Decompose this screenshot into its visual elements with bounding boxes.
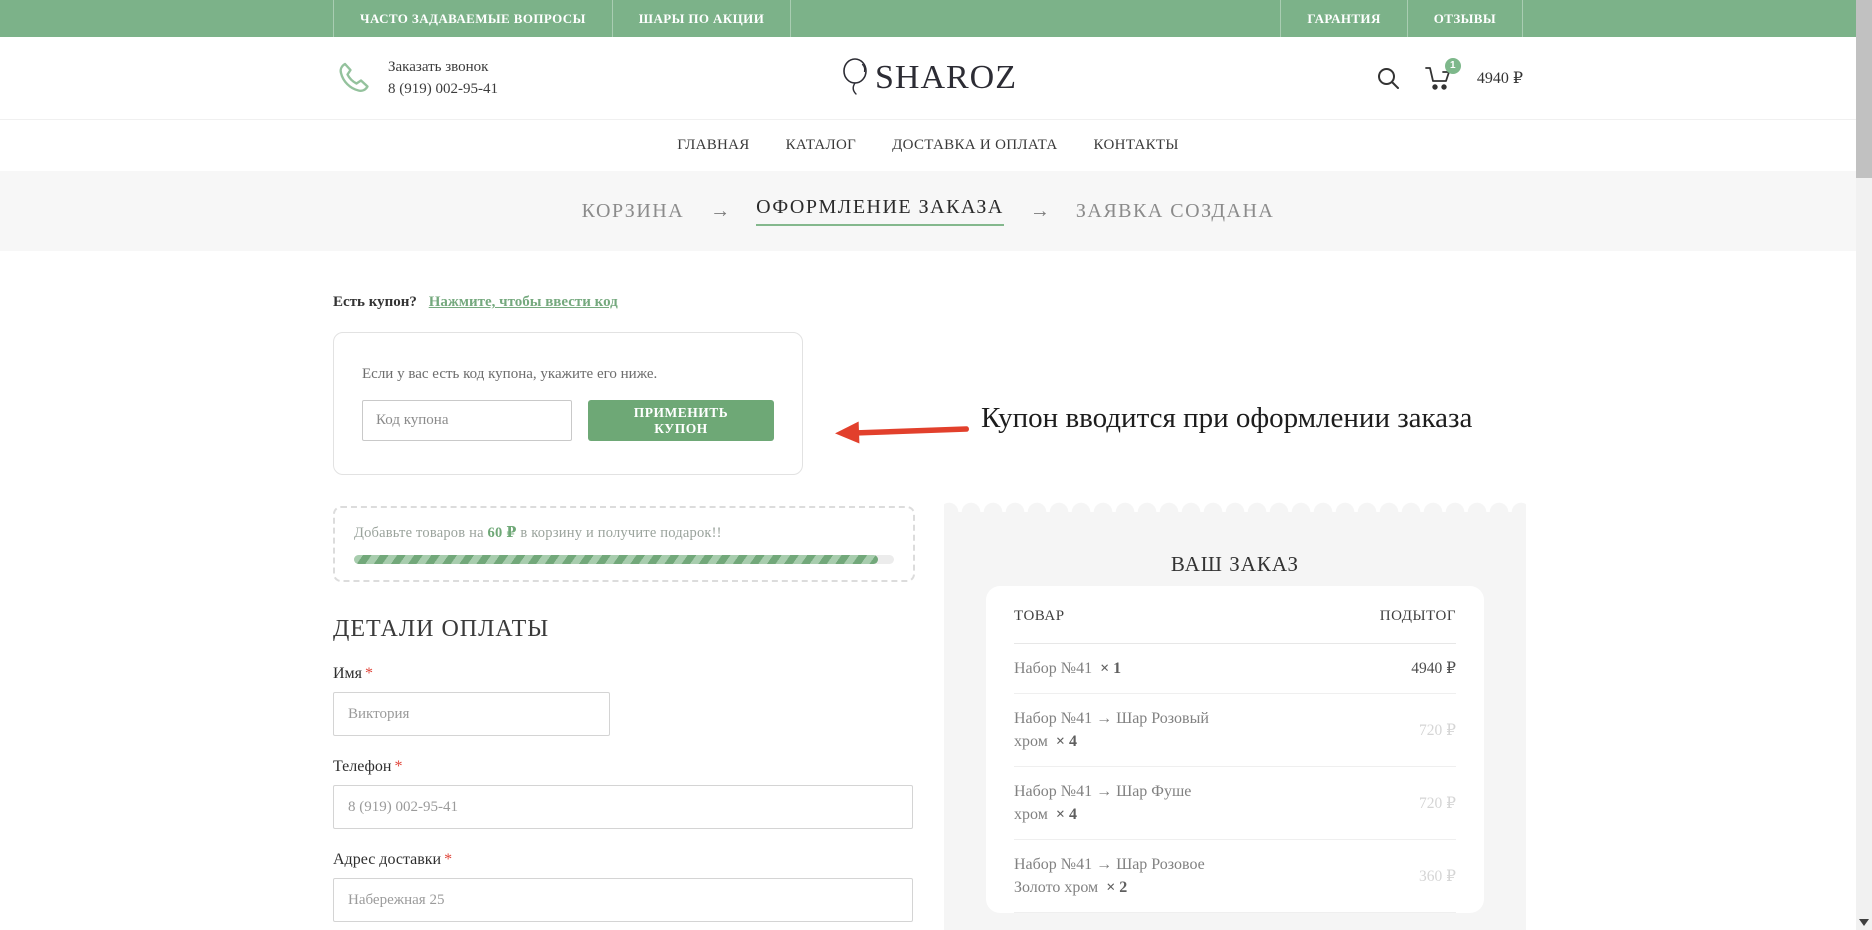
order-item-qty: × 4 bbox=[1056, 806, 1077, 823]
logo[interactable]: SHAROZ bbox=[839, 56, 1017, 100]
order-item-price: 720 ₽ bbox=[1419, 794, 1456, 813]
coupon-form: Если у вас есть код купона, укажите его … bbox=[333, 332, 803, 475]
search-icon[interactable] bbox=[1377, 67, 1400, 90]
step-arrow-icon: → bbox=[710, 200, 730, 223]
gift-text-after: в корзину и получите подарок!! bbox=[517, 525, 722, 541]
callback-block[interactable]: Заказать звонок 8 (919) 002-95-41 bbox=[333, 56, 498, 100]
topbar-right-group: ГАРАНТИЯ ОТЗЫВЫ bbox=[1280, 0, 1523, 37]
order-item-qty: × 2 bbox=[1106, 879, 1127, 896]
address-input[interactable] bbox=[333, 878, 913, 922]
cart-count-badge: 1 bbox=[1445, 58, 1461, 74]
gift-progress-box: Добавьте товаров на 60 ₽ в корзину и пол… bbox=[333, 506, 915, 582]
scrollbar[interactable] bbox=[1856, 0, 1872, 930]
order-summary-panel: ВАШ ЗАКАЗ ТОВАР ПОДЫТОГ Набор №41 × 1 494… bbox=[944, 501, 1526, 930]
coupon-question-label: Есть купон? bbox=[333, 294, 417, 310]
name-label: Имя bbox=[333, 665, 362, 682]
gift-progress-fill bbox=[354, 555, 878, 564]
topbar-item-sale-balloons[interactable]: ШАРЫ ПО АКЦИИ bbox=[612, 0, 791, 37]
order-summary-title: ВАШ ЗАКАЗ bbox=[944, 512, 1526, 577]
main-nav: ГЛАВНАЯ КАТАЛОГ ДОСТАВКА И ОПЛАТА КОНТАК… bbox=[0, 119, 1856, 171]
annotation-arrow-icon bbox=[833, 415, 974, 448]
order-item-price: 720 ₽ bbox=[1419, 721, 1456, 740]
coupon-question-row: Есть купон? Нажмите, чтобы ввести код bbox=[333, 251, 1523, 311]
phone-input[interactable] bbox=[333, 785, 913, 829]
order-row: Набор №41 → Шар Розовое Золото хром× 2 3… bbox=[1014, 840, 1456, 913]
order-item-name: Набор №41 → Шар Фуше хром bbox=[1014, 783, 1191, 823]
step-arrow-icon: → bbox=[1030, 200, 1050, 223]
coupon-hint: Если у вас есть код купона, укажите его … bbox=[362, 366, 774, 383]
cart-total[interactable]: 4940 ₽ bbox=[1477, 68, 1523, 88]
annotation-text: Купон вводится при оформлении заказа bbox=[981, 402, 1472, 435]
gift-amount: 60 ₽ bbox=[488, 525, 517, 541]
nav-item-home[interactable]: ГЛАВНАЯ bbox=[677, 137, 749, 154]
order-item-name: Набор №41 bbox=[1014, 660, 1092, 677]
order-item-name: Набор №41 → Шар Розовый хром bbox=[1014, 710, 1209, 750]
coupon-code-input[interactable] bbox=[362, 400, 572, 441]
main-content: Есть купон? Нажмите, чтобы ввести код Ес… bbox=[333, 251, 1523, 930]
step-checkout-active[interactable]: ОФОРМЛЕНИЕ ЗАКАЗА bbox=[756, 196, 1004, 226]
scroll-down-icon[interactable] bbox=[1859, 919, 1869, 926]
order-table: ТОВАР ПОДЫТОГ Набор №41 × 1 4940 ₽ Набор … bbox=[986, 586, 1484, 913]
topbar-left-group: ЧАСТО ЗАДАВАЕМЫЕ ВОПРОСЫ ШАРЫ ПО АКЦИИ bbox=[333, 0, 791, 37]
phone-label: Телефон bbox=[333, 758, 391, 775]
order-item-qty: × 1 bbox=[1100, 660, 1121, 677]
address-label: Адрес доставки bbox=[333, 851, 441, 868]
order-col-product: ТОВАР bbox=[1014, 608, 1065, 625]
step-order-created: ЗАЯВКА СОЗДАНА bbox=[1076, 200, 1274, 223]
nav-item-delivery[interactable]: ДОСТАВКА И ОПЛАТА bbox=[892, 137, 1057, 154]
topbar-item-reviews[interactable]: ОТЗЫВЫ bbox=[1407, 0, 1523, 37]
topbar-item-faq[interactable]: ЧАСТО ЗАДАВАЕМЫЕ ВОПРОСЫ bbox=[333, 0, 612, 37]
order-row: Набор №41 × 1 4940 ₽ bbox=[1014, 644, 1456, 694]
callback-label[interactable]: Заказать звонок bbox=[388, 56, 498, 78]
coupon-toggle-link[interactable]: Нажмите, чтобы ввести код bbox=[429, 294, 618, 310]
required-mark: * bbox=[365, 665, 373, 682]
scrollbar-thumb[interactable] bbox=[1856, 0, 1872, 178]
nav-item-catalog[interactable]: КАТАЛОГ bbox=[786, 137, 857, 154]
header-phone-number[interactable]: 8 (919) 002-95-41 bbox=[388, 78, 498, 100]
phone-icon bbox=[333, 58, 373, 98]
order-item-price: 360 ₽ bbox=[1419, 867, 1456, 886]
apply-coupon-button[interactable]: ПРИМЕНИТЬ КУПОН bbox=[588, 400, 774, 441]
order-row: Набор №41 → Шар Фуше хром× 4 720 ₽ bbox=[1014, 767, 1456, 840]
gift-text-before: Добавьте товаров на bbox=[354, 525, 488, 541]
page: ЧАСТО ЗАДАВАЕМЫЕ ВОПРОСЫ ШАРЫ ПО АКЦИИ Г… bbox=[0, 0, 1856, 930]
logo-text: SHAROZ bbox=[875, 59, 1017, 97]
site-header: Заказать звонок 8 (919) 002-95-41 SHAROZ bbox=[0, 37, 1856, 119]
order-row: Набор №41 → Шар Розовый хром× 4 720 ₽ bbox=[1014, 694, 1456, 767]
name-input[interactable] bbox=[333, 692, 610, 736]
nav-item-contacts[interactable]: КОНТАКТЫ bbox=[1094, 137, 1179, 154]
topbar-item-warranty[interactable]: ГАРАНТИЯ bbox=[1280, 0, 1406, 37]
receipt-scallop-edge bbox=[944, 501, 1526, 512]
order-col-subtotal: ПОДЫТОГ bbox=[1380, 608, 1456, 625]
required-mark: * bbox=[394, 758, 402, 775]
order-item-qty: × 4 bbox=[1056, 733, 1077, 750]
cart-button[interactable]: 1 bbox=[1424, 65, 1453, 91]
step-cart[interactable]: КОРЗИНА bbox=[582, 200, 685, 223]
required-mark: * bbox=[444, 851, 452, 868]
top-utility-bar: ЧАСТО ЗАДАВАЕМЫЕ ВОПРОСЫ ШАРЫ ПО АКЦИИ Г… bbox=[0, 0, 1856, 37]
checkout-steps: КОРЗИНА → ОФОРМЛЕНИЕ ЗАКАЗА → ЗАЯВКА СОЗ… bbox=[0, 171, 1856, 251]
gift-progress-track bbox=[354, 555, 894, 564]
order-item-price: 4940 ₽ bbox=[1411, 659, 1456, 678]
balloon-icon bbox=[839, 56, 873, 100]
